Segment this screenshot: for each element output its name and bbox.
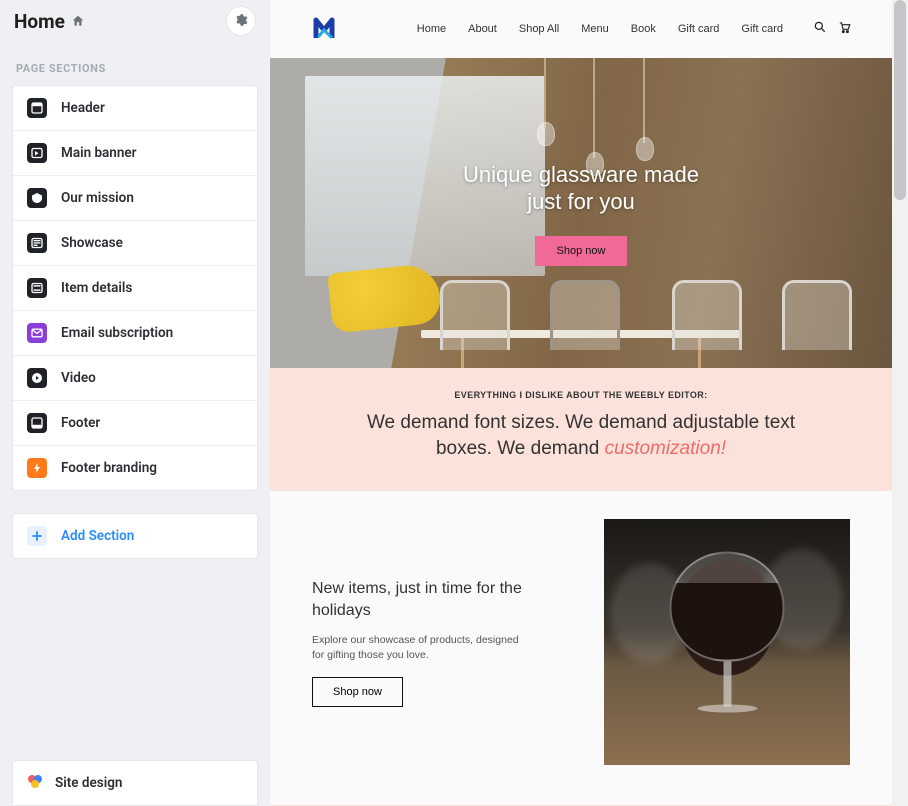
- hero-title-line2: just for you: [527, 189, 635, 214]
- showcase-image: [604, 519, 850, 765]
- nav-link-book[interactable]: Book: [631, 23, 656, 35]
- main-banner-section-icon: [27, 143, 47, 163]
- pendant-light-icon: [544, 58, 546, 128]
- mission-eyebrow: EVERYTHING I DISLIKE ABOUT THE WEEBLY ED…: [300, 390, 862, 400]
- section-label: Footer: [61, 415, 100, 431]
- decor-shape: [672, 280, 742, 350]
- page-title: Home: [14, 10, 65, 33]
- section-label: Email subscription: [61, 325, 173, 341]
- hero-banner: Unique glassware made just for you Shop …: [270, 58, 892, 368]
- site-nav: Home About Shop All Menu Book Gift card …: [417, 20, 852, 39]
- sidebar-title-wrap: Home: [14, 10, 85, 33]
- decor-shape: [782, 280, 852, 350]
- section-item-footer-branding[interactable]: Footer branding: [13, 446, 257, 490]
- nav-link-about[interactable]: About: [468, 23, 497, 35]
- section-item-showcase[interactable]: Showcase: [13, 221, 257, 266]
- navettere-link-shop-all[interactable]: Shop All: [519, 23, 559, 35]
- section-item-main-banner[interactable]: Main banner: [13, 131, 257, 176]
- section-item-our-mission[interactable]: Our mission: [13, 176, 257, 221]
- section-label: Main banner: [61, 145, 137, 161]
- section-label: Showcase: [61, 235, 123, 251]
- scrollbar-thumb[interactable]: [894, 0, 906, 200]
- footer-section-icon: [27, 413, 47, 433]
- site-design-label: Site design: [55, 775, 122, 791]
- section-label: Our mission: [61, 190, 134, 206]
- gear-icon: [234, 12, 248, 31]
- editor-sidebar: Home PAGE SECTIONS Header Main banner: [0, 0, 270, 806]
- showcase-description: Explore our showcase of products, design…: [312, 633, 532, 662]
- section-item-email-subscription[interactable]: Email subscription: [13, 311, 257, 356]
- add-section-button[interactable]: Add Section: [12, 513, 258, 559]
- nav-link-gift-card-2[interactable]: Gift card: [741, 23, 783, 35]
- section-item-video[interactable]: Video: [13, 356, 257, 401]
- site-logo[interactable]: [310, 12, 344, 46]
- wine-glass-icon: [670, 552, 785, 713]
- section-label: Footer branding: [61, 460, 157, 476]
- site-header: Home About Shop All Menu Book Gift card …: [270, 0, 892, 58]
- sections-list: Header Main banner Our mission Showcase …: [12, 85, 258, 491]
- mission-body-emphasis: customization!: [605, 438, 726, 459]
- site-canvas: Home About Shop All Menu Book Gift card …: [270, 0, 892, 806]
- site-preview: Home About Shop All Menu Book Gift card …: [270, 0, 908, 806]
- section-item-header[interactable]: Header: [13, 86, 257, 131]
- mission-body: We demand font sizes. We demand adjustab…: [361, 410, 801, 461]
- home-icon: [71, 14, 85, 28]
- mission-body-text: We demand font sizes. We demand adjustab…: [367, 412, 795, 459]
- hero-title: Unique glassware made just for you: [463, 161, 699, 216]
- palette-icon: [27, 773, 43, 793]
- showcase-section-icon: [27, 233, 47, 253]
- hero-content: Unique glassware made just for you Shop …: [463, 161, 699, 266]
- nav-link-gift-card[interactable]: Gift card: [678, 23, 720, 35]
- item-details-section-icon: [27, 278, 47, 298]
- preview-scrollbar[interactable]: [892, 0, 908, 806]
- hero-shop-now-button[interactable]: Shop now: [535, 236, 628, 266]
- section-item-item-details[interactable]: Item details: [13, 266, 257, 311]
- cart-icon[interactable]: [837, 20, 852, 39]
- search-icon[interactable]: [813, 20, 827, 39]
- decor-shape: [550, 280, 620, 350]
- settings-gear-button[interactable]: [226, 6, 256, 36]
- page-sections-heading: PAGE SECTIONS: [12, 44, 258, 85]
- footer-branding-section-icon: [27, 458, 47, 478]
- video-section-icon: [27, 368, 47, 388]
- site-design-button[interactable]: Site design: [12, 760, 258, 806]
- mission-section-icon: [27, 188, 47, 208]
- email-section-icon: [27, 323, 47, 343]
- nav-icons: [813, 20, 852, 39]
- add-section-label: Add Section: [61, 528, 134, 544]
- section-label: Header: [61, 100, 105, 116]
- pendant-light-icon: [643, 58, 645, 143]
- nav-link-menu[interactable]: Menu: [581, 23, 609, 35]
- header-section-icon: [27, 98, 47, 118]
- hero-title-line1: Unique glassware made: [463, 162, 699, 187]
- showcase-shop-now-button[interactable]: Shop now: [312, 677, 403, 707]
- decor-shape: [440, 280, 510, 350]
- mission-section: EVERYTHING I DISLIKE ABOUT THE WEEBLY ED…: [270, 368, 892, 491]
- nav-link-home[interactable]: Home: [417, 23, 446, 35]
- showcase-section: New items, just in time for the holidays…: [270, 491, 892, 805]
- plus-icon: [27, 526, 47, 546]
- showcase-title: New items, just in time for the holidays: [312, 578, 522, 621]
- pendant-light-icon: [593, 58, 595, 158]
- sidebar-header: Home: [12, 6, 258, 44]
- section-item-footer[interactable]: Footer: [13, 401, 257, 446]
- section-label: Item details: [61, 280, 132, 296]
- section-label: Video: [61, 370, 96, 386]
- showcase-text: New items, just in time for the holidays…: [312, 578, 568, 707]
